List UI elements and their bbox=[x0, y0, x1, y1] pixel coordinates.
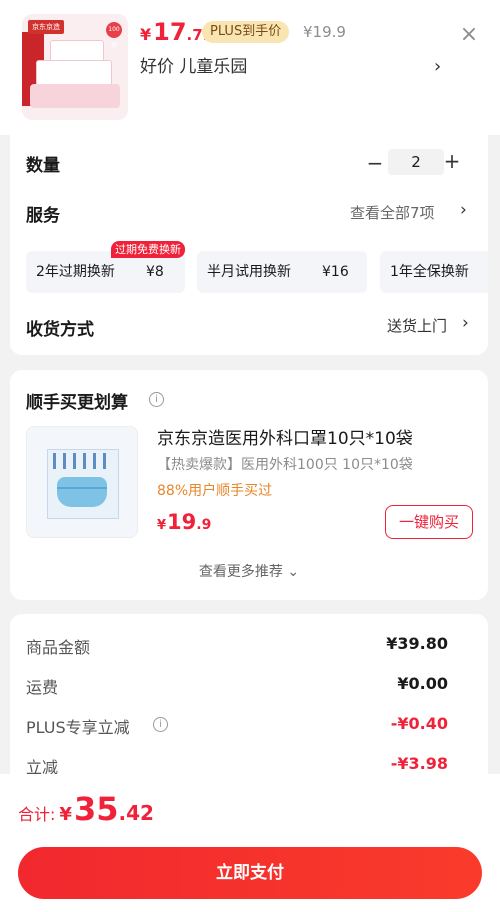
mask-package-art bbox=[103, 453, 106, 469]
mask-package-art bbox=[73, 453, 76, 469]
summary-value: -¥3.98 bbox=[390, 754, 448, 773]
mask-package-art bbox=[93, 453, 96, 469]
close-icon[interactable]: × bbox=[456, 22, 482, 48]
info-icon[interactable]: i bbox=[149, 392, 164, 407]
one-click-buy-button[interactable]: 一键购买 bbox=[385, 505, 473, 539]
mask-package-art bbox=[53, 453, 56, 469]
upsell-product-desc: 【热卖爆款】医用外科100只 10只*10袋 bbox=[157, 457, 413, 473]
price-currency: ¥ bbox=[157, 518, 167, 533]
service-chip-name: 2年过期换新 bbox=[36, 264, 115, 280]
mask-art bbox=[57, 477, 107, 507]
options-card: 数量 − 2 + 服务 查看全部7项 › 2年过期换新 ¥8 过期免费换新 半月… bbox=[10, 135, 488, 355]
service-chip-name: 半月试用换新 bbox=[207, 264, 291, 280]
service-label: 服务 bbox=[26, 206, 60, 226]
upsell-card: 顺手买更划算 i 京东京造医用外科口罩10只*10袋 【热卖爆款】医用外科100… bbox=[10, 370, 488, 600]
quantity-label: 数量 bbox=[26, 156, 60, 176]
more-recommendations-link[interactable]: 查看更多推荐 ⌄ bbox=[10, 561, 488, 581]
quantity-minus-button[interactable]: − bbox=[365, 151, 385, 175]
quantity-plus-button[interactable]: + bbox=[441, 149, 463, 173]
selected-sku[interactable]: 好价 儿童乐园 bbox=[140, 54, 452, 80]
plus-price-badge: PLUS到手价 bbox=[202, 21, 290, 43]
product-thumbnail[interactable]: 京东京造 100抽 bbox=[22, 14, 128, 120]
service-chip-badge: 过期免费换新 bbox=[111, 241, 185, 258]
price-currency: ¥ bbox=[59, 804, 72, 825]
price-integer: 35 bbox=[73, 790, 119, 828]
price-summary-card: 商品金额 ¥39.80 运费 ¥0.00 PLUS专享立减 i -¥0.40 立… bbox=[10, 614, 488, 777]
upsell-product-name[interactable]: 京东京造医用外科口罩10只*10袋 bbox=[157, 424, 413, 449]
thumb-brand-label: 京东京造 bbox=[28, 20, 64, 34]
checkout-footer: 合计: ¥ 35 .42 立即支付 bbox=[0, 774, 500, 912]
mask-package-art bbox=[63, 453, 66, 469]
upsell-buy-stat: 88%用户顺手买过 bbox=[157, 483, 273, 499]
service-chip-price: ¥16 bbox=[322, 264, 349, 280]
quantity-input[interactable]: 2 bbox=[388, 149, 444, 175]
price-decimal: .42 bbox=[118, 801, 154, 825]
delivery-label: 收货方式 bbox=[26, 320, 94, 340]
chevron-right-icon[interactable]: › bbox=[462, 313, 469, 333]
price-integer: 19 bbox=[167, 510, 197, 534]
service-view-all-link[interactable]: 查看全部7项 bbox=[350, 202, 435, 223]
summary-label: PLUS专享立减 bbox=[26, 718, 130, 737]
summary-value: ¥39.80 bbox=[386, 634, 448, 653]
pay-now-button[interactable]: 立即支付 bbox=[18, 847, 482, 899]
delivery-method-value[interactable]: 送货上门 bbox=[387, 315, 447, 336]
mask-package-art bbox=[83, 453, 86, 469]
thumb-count-tag: 100抽 bbox=[106, 22, 122, 49]
price-integer: 17 bbox=[153, 18, 187, 46]
thumb-package-box bbox=[36, 60, 112, 86]
summary-value: ¥0.00 bbox=[397, 674, 448, 693]
price-currency: ¥ bbox=[140, 25, 152, 44]
service-chip-name: 1年全保换新 bbox=[390, 264, 469, 280]
summary-label: 运费 bbox=[26, 678, 59, 697]
upsell-product-image[interactable] bbox=[26, 426, 138, 538]
upsell-title: 顺手买更划算 bbox=[26, 393, 128, 413]
total-label: 合计: bbox=[18, 805, 56, 824]
original-price: ¥19.9 bbox=[303, 23, 346, 41]
chevron-right-icon[interactable]: › bbox=[460, 200, 467, 220]
upsell-price: ¥ 19 .9 bbox=[157, 510, 211, 534]
service-chip[interactable]: 半月试用换新 ¥16 bbox=[197, 251, 367, 293]
total-amount: 合计: ¥ 35 .42 bbox=[18, 790, 154, 828]
summary-label: 商品金额 bbox=[26, 638, 91, 657]
price-decimal: .9 bbox=[196, 517, 212, 533]
thumb-package-box bbox=[50, 40, 104, 62]
chevron-right-icon[interactable]: › bbox=[434, 54, 441, 80]
product-header: 京东京造 100抽 ¥ 17 .71 PLUS到手价 ¥19.9 × 好价 儿童… bbox=[0, 0, 500, 135]
info-icon[interactable]: i bbox=[153, 717, 168, 732]
service-chip[interactable]: 1年全保换新 bbox=[380, 251, 488, 293]
thumb-package-box bbox=[30, 84, 120, 108]
summary-value: -¥0.40 bbox=[390, 714, 448, 733]
